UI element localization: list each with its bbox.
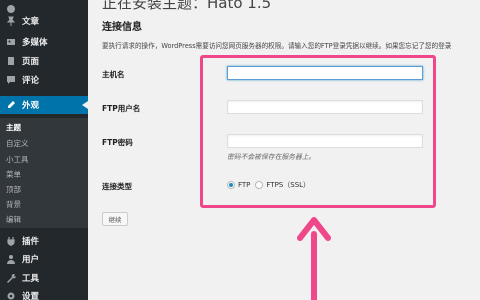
sidebar-item-label: 设置 xyxy=(22,292,40,300)
sidebar-item-label: 工具 xyxy=(22,274,40,284)
sidebar-item-label: 插件 xyxy=(22,237,40,247)
annotation-arrow-icon xyxy=(297,217,331,300)
page-icon xyxy=(6,56,16,66)
submenu-item-editor[interactable]: 编辑 xyxy=(6,214,21,225)
page-title: 正在安装主题：Hato 1.5 xyxy=(102,0,272,12)
appearance-submenu: 主题 自定义 小工具 菜单 顶部 背景 编辑 xyxy=(0,118,88,228)
password-label: FTP密码 xyxy=(102,138,133,147)
sidebar-item-comments[interactable]: 评论 xyxy=(0,71,88,89)
intro-text: 要执行请求的操作，WordPress需要访问您网页服务器的权限。请输入您的FTP… xyxy=(102,42,452,50)
submenu-item-header[interactable]: 顶部 xyxy=(6,184,21,195)
sidebar-item-label: 评论 xyxy=(22,76,40,86)
tool-icon xyxy=(6,273,16,283)
sidebar-item-media[interactable]: 多媒体 xyxy=(0,33,88,51)
sidebar-item-settings[interactable]: 设置 xyxy=(0,287,88,300)
connection-type-label: 连接类型 xyxy=(102,182,132,191)
sidebar-item-label: 多媒体 xyxy=(22,38,48,48)
sidebar-item-label: 外观 xyxy=(22,101,40,111)
submenu-item-themes[interactable]: 主题 xyxy=(6,122,21,133)
sidebar-item-plugins[interactable]: 插件 xyxy=(0,232,88,250)
plugin-icon xyxy=(6,236,16,246)
submenu-item-widgets[interactable]: 小工具 xyxy=(6,154,29,165)
comment-icon xyxy=(6,75,16,85)
sidebar-item-tools[interactable]: 工具 xyxy=(0,269,88,287)
username-label: FTP用户名 xyxy=(102,104,141,113)
sidebar-item-label: 页面 xyxy=(22,57,40,67)
hostname-label: 主机名 xyxy=(102,70,125,79)
submenu-item-menus[interactable]: 菜单 xyxy=(6,169,21,180)
submenu-item-background[interactable]: 背景 xyxy=(6,199,21,210)
user-icon xyxy=(6,254,16,264)
section-heading: 连接信息 xyxy=(102,22,142,33)
continue-button[interactable]: 继续 xyxy=(102,212,128,226)
sidebar-item-appearance[interactable]: 外观 xyxy=(0,96,88,114)
pin-icon xyxy=(6,16,16,26)
sidebar-item-label: 文章 xyxy=(22,17,40,27)
settings-icon xyxy=(6,291,16,300)
sidebar-item-pages[interactable]: 页面 xyxy=(0,52,88,70)
admin-sidebar: 文章 多媒体 页面 评论 外观 主题 自定义 小工具 菜单 顶部 背景 编辑 插… xyxy=(0,0,88,300)
submenu-item-customize[interactable]: 自定义 xyxy=(6,138,29,149)
media-icon xyxy=(6,37,16,47)
sidebar-item-label: 用户 xyxy=(22,255,40,265)
appearance-icon xyxy=(6,100,16,110)
annotation-highlight-box xyxy=(200,55,436,208)
sidebar-item-posts[interactable]: 文章 xyxy=(0,12,88,30)
sidebar-item-users[interactable]: 用户 xyxy=(0,250,88,268)
